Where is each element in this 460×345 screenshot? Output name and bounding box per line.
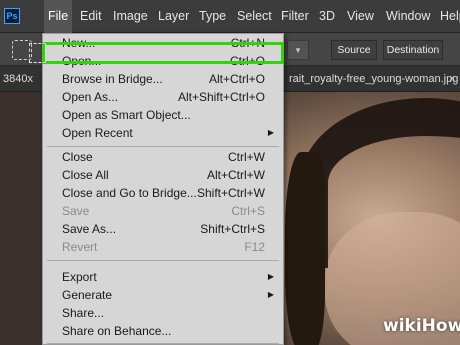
file-menu-browse-in-bridge[interactable]: Browse in Bridge... Alt+Ctrl+O (43, 70, 283, 88)
file-menu-close-go-bridge[interactable]: Close and Go to Bridge... Shift+Ctrl+W (43, 184, 283, 202)
menu-separator (47, 146, 279, 147)
close-tab-icon[interactable]: × (449, 66, 455, 92)
menu-type[interactable]: Type (195, 0, 230, 33)
file-menu-share-behance[interactable]: Share on Behance... (43, 322, 283, 340)
submenu-arrow-icon: ▶ (267, 272, 274, 281)
menu-separator (47, 343, 279, 344)
file-menu-revert: Revert F12 (62, 240, 265, 254)
options-dropdown[interactable]: ▾ (287, 40, 309, 60)
file-menu-share[interactable]: Share... (43, 304, 283, 322)
file-menu-open-smart-object[interactable]: Open as Smart Object... (43, 106, 283, 124)
submenu-arrow-icon: ▶ (267, 128, 274, 137)
file-menu-open-recent[interactable]: Open Recent ▶ (43, 124, 283, 142)
menu-separator (47, 260, 279, 261)
menu-3d[interactable]: 3D (315, 0, 339, 33)
marquee-dash-icon (29, 43, 46, 63)
menu-file[interactable]: File (44, 0, 73, 33)
file-menu-open-as[interactable]: Open As... Alt+Shift+Ctrl+O (43, 88, 283, 106)
file-menu-export[interactable]: Export ▶ (43, 268, 283, 286)
photoshop-logo-icon: Ps (4, 8, 20, 24)
file-menu-save-as[interactable]: Save As... Shift+Ctrl+S (43, 220, 283, 238)
menu-select[interactable]: Select (233, 0, 276, 33)
menu-filter[interactable]: Filter (277, 0, 313, 33)
menu-bar: Ps File Edit Image Layer Type Select Fil… (0, 0, 460, 33)
menu-image[interactable]: Image (109, 0, 152, 33)
file-menu-close[interactable]: Close Ctrl+W (43, 148, 283, 166)
menu-window[interactable]: Window (382, 0, 434, 33)
menu-layer[interactable]: Layer (154, 0, 193, 33)
file-menu-generate[interactable]: Generate ▶ (43, 286, 283, 304)
document-size-label: 3840x (3, 73, 33, 85)
destination-button[interactable]: Destination (383, 40, 443, 60)
photo-hair-side (285, 152, 325, 345)
submenu-arrow-icon: ▶ (267, 290, 274, 299)
menu-help[interactable]: Help (436, 0, 460, 33)
source-button[interactable]: Source (331, 40, 377, 60)
file-menu-close-all[interactable]: Close All Alt+Ctrl+W (43, 166, 283, 184)
file-menu-dropdown: New... Ctrl+N Open... Ctrl+O Browse in Bri… (42, 33, 284, 345)
wikihow-watermark: wikiHow (383, 316, 460, 336)
document-tab-title[interactable]: rait_royalty-free_young-woman.jpg @ (289, 66, 460, 92)
menu-edit[interactable]: Edit (76, 0, 106, 33)
highlight-box-open (42, 42, 284, 64)
file-menu-save: Save Ctrl+S (62, 204, 265, 218)
menu-view[interactable]: View (343, 0, 378, 33)
